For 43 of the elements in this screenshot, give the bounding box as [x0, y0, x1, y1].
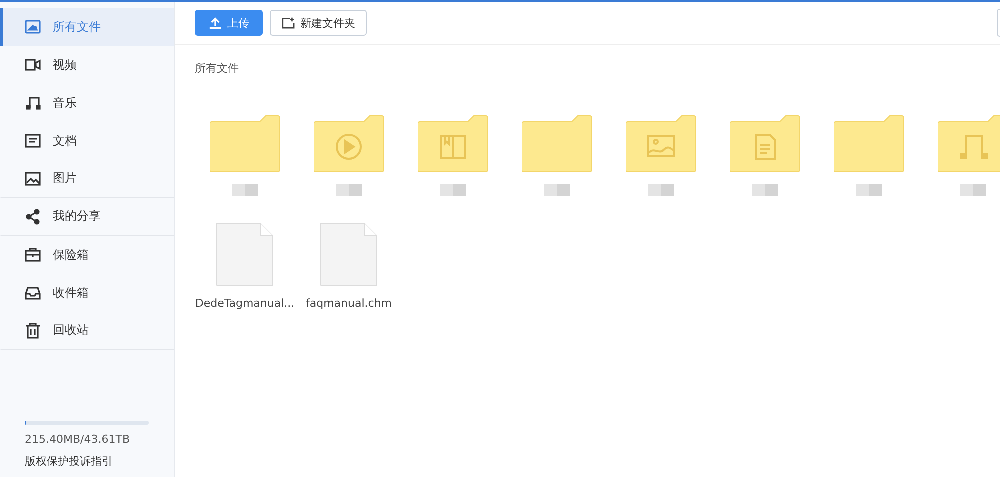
blurred-label [648, 184, 674, 196]
blurred-label [232, 184, 258, 196]
sidebar-item[interactable]: 我的分享 [0, 198, 174, 236]
file-name: DedeTagmanual... [195, 297, 295, 310]
sidebar-item[interactable]: 视频 [0, 46, 174, 84]
file-icon[interactable] [320, 223, 378, 287]
video-camera-icon [25, 57, 41, 73]
inbox-icon [25, 285, 41, 301]
blurred-label [440, 184, 466, 196]
folder-icon[interactable] [210, 114, 280, 172]
blurred-label [752, 184, 778, 196]
sidebar-item[interactable]: 图片 [0, 160, 174, 198]
upload-icon [208, 16, 222, 30]
complaint-link[interactable]: 版权保护投诉指引 [25, 454, 149, 469]
new-folder-icon [282, 16, 294, 30]
document-icon [25, 133, 41, 149]
folder-icon[interactable] [314, 114, 384, 172]
briefcase-icon [25, 247, 41, 263]
blurred-label [856, 184, 882, 196]
folder-icon[interactable] [834, 114, 904, 172]
sidebar-item[interactable]: 文档 [0, 122, 174, 160]
breadcrumb: 所有文件 [194, 61, 240, 76]
sidebar-item[interactable]: 音乐 [0, 84, 174, 122]
trash-icon [25, 322, 41, 338]
blurred-label [336, 184, 362, 196]
sidebar-item[interactable]: 回收站 [0, 312, 174, 350]
folder-icon[interactable] [938, 114, 1000, 172]
sidebar-item[interactable]: 所有文件 [0, 8, 174, 46]
new-folder-button[interactable]: 新建文件夹 [270, 10, 367, 36]
sidebar-item[interactable]: 收件箱 [0, 274, 174, 312]
share-icon [25, 208, 41, 224]
folder-icon[interactable] [522, 114, 592, 172]
folder-icon[interactable] [730, 114, 800, 172]
sidebar-item[interactable]: 保险箱 [0, 236, 174, 274]
folder-icon[interactable] [626, 114, 696, 172]
file-name: faqmanual.chm [306, 297, 392, 310]
file-icon[interactable] [216, 223, 274, 287]
blurred-label [960, 184, 986, 196]
music-note-icon [25, 95, 41, 111]
image-icon [25, 170, 41, 186]
folder-icon[interactable] [418, 114, 488, 172]
blurred-label [544, 184, 570, 196]
storage-reading: 215.40MB/43.61TB [25, 433, 131, 446]
